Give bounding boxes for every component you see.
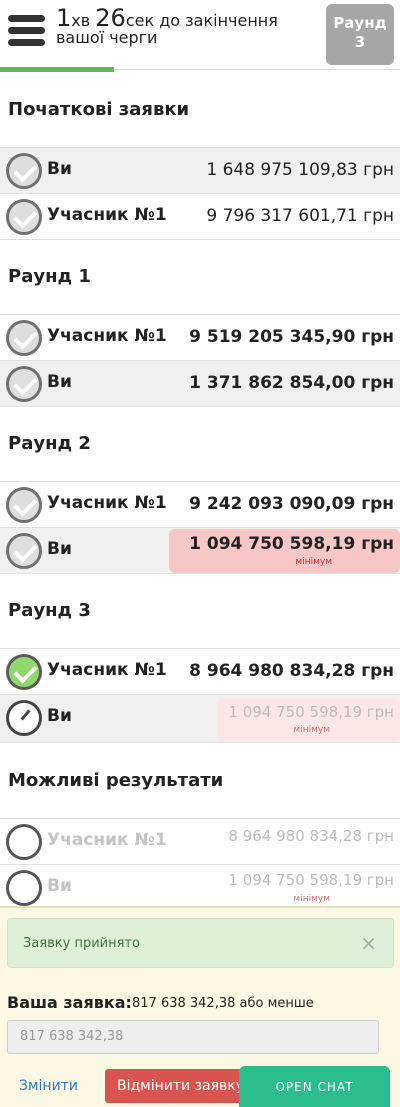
alert-message: Заявку прийнято — [23, 936, 140, 951]
bid-amount: 1 094 750 598,19 грн — [189, 534, 394, 554]
result-amount: 8 964 980 834,28 грн — [228, 827, 394, 845]
open-chat-button[interactable]: OPEN CHAT — [239, 1066, 390, 1107]
minimum-label: мінімум — [293, 725, 330, 735]
header: 1хв 26сек до закінчення вашої черги Раун… — [0, 0, 400, 72]
bid-row: Ви 1 094 750 598,19 грн мінімум — [0, 527, 400, 574]
bid-amount: 1 371 862 854,00 грн — [189, 373, 394, 393]
section-title-round-1: Раунд 1 — [8, 266, 91, 287]
participant-name: Учасник №1 — [47, 660, 167, 680]
bid-row: Учасник №1 9 519 205 345,90 грн — [0, 314, 400, 360]
change-bid-button[interactable]: Змінити — [19, 1078, 78, 1094]
bid-amount: 8 964 980 834,28 грн — [189, 661, 394, 681]
bid-row: Ви 1 648 975 109,83 грн — [0, 147, 400, 193]
turn-progress-bar — [0, 67, 114, 72]
turn-timer: 1хв 26сек до закінчення вашої черги — [56, 6, 326, 47]
bid-panel: Заявку прийнято × Ваша заявка: 817 638 3… — [0, 906, 400, 1107]
section-title-initial: Початкові заявки — [8, 99, 190, 120]
check-icon — [6, 487, 42, 523]
participant-name: Учасник №1 — [47, 493, 167, 513]
bid-amount: 9 796 317 601,71 грн — [206, 206, 394, 226]
participant-name: Ви — [47, 372, 72, 392]
participant-name: Ви — [47, 706, 72, 726]
bid-row: Учасник №1 9 796 317 601,71 грн — [0, 193, 400, 240]
bid-row-current: Ви 1 094 750 598,19 грн мінімум — [0, 694, 400, 743]
section-title-round-3: Раунд 3 — [8, 600, 91, 621]
current-round-button[interactable]: Раунд 3 — [326, 4, 394, 65]
bid-amount: 1 094 750 598,19 грн — [228, 703, 394, 721]
bid-amount: 9 242 093 090,09 грн — [189, 494, 394, 514]
section-title-round-2: Раунд 2 — [8, 433, 91, 454]
section-title-possible-results: Можливі результати — [8, 770, 224, 791]
participant-name: Учасник №1 — [47, 205, 167, 225]
check-icon — [6, 199, 42, 235]
hamburger-menu-icon[interactable] — [8, 15, 45, 49]
bid-value: 817 638 342,38 або менше — [132, 996, 314, 1011]
participant-name: Ви — [47, 539, 72, 559]
check-icon — [6, 320, 42, 356]
participant-name: Учасник №1 — [47, 830, 167, 850]
bid-amount: 9 519 205 345,90 грн — [189, 327, 394, 347]
minimum-label: мінімум — [295, 557, 332, 567]
minimum-label: мінімум — [293, 894, 330, 904]
success-alert: Заявку прийнято × — [7, 918, 394, 968]
check-icon — [6, 366, 42, 402]
participant-name: Ви — [47, 159, 72, 179]
check-icon — [6, 533, 42, 569]
result-amount: 1 094 750 598,19 грн — [228, 871, 394, 889]
bid-amount: 1 648 975 109,83 грн — [206, 160, 394, 180]
close-icon[interactable]: × — [360, 931, 377, 955]
participant-name: Учасник №1 — [47, 326, 167, 346]
bid-label: Ваша заявка: — [7, 993, 132, 1012]
result-row: Учасник №1 8 964 980 834,28 грн — [0, 818, 400, 864]
bid-row: Учасник №1 8 964 980 834,28 грн — [0, 648, 400, 694]
cancel-bid-button[interactable]: Відмінити заявку — [105, 1069, 245, 1103]
bid-amount-input[interactable]: 817 638 342,38 — [7, 1020, 379, 1054]
circle-icon — [6, 824, 42, 860]
participant-name: Ви — [47, 876, 72, 896]
result-row: Ви 1 094 750 598,19 грн мінімум — [0, 864, 400, 910]
bid-row: Ви 1 371 862 854,00 грн — [0, 360, 400, 407]
check-icon — [6, 654, 42, 690]
circle-icon — [6, 870, 42, 906]
timer-rest: сек до закінчення вашої черги — [56, 11, 278, 47]
bid-row: Учасник №1 9 242 093 090,09 грн — [0, 481, 400, 527]
clock-icon — [6, 700, 42, 736]
check-icon — [6, 153, 42, 189]
